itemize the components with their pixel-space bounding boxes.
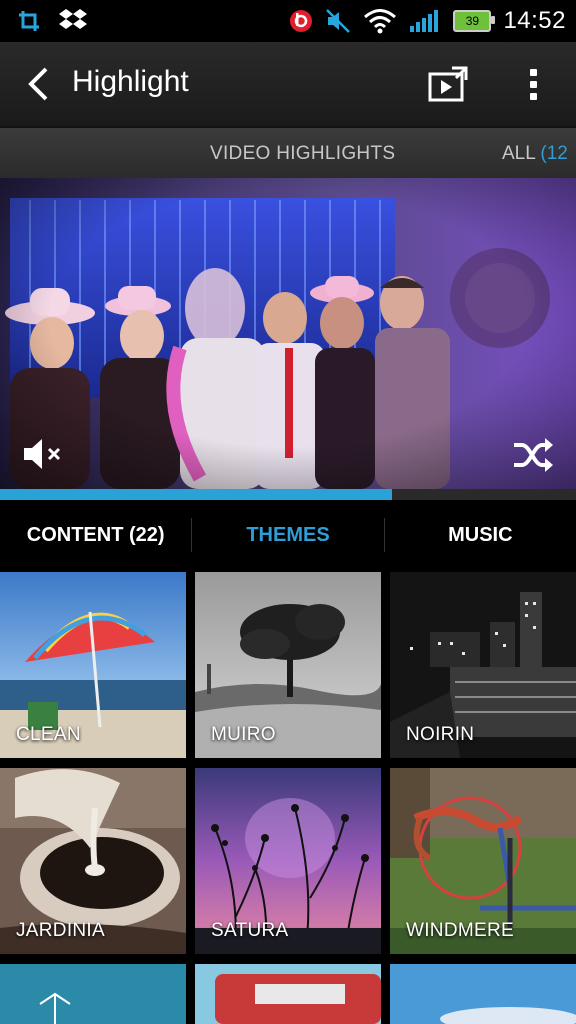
theme-tile-partial[interactable] (390, 964, 576, 1024)
action-bar: Highlight (0, 42, 576, 128)
back-arrow-icon (28, 67, 48, 101)
dropbox-icon (59, 9, 87, 29)
export-video-icon (428, 66, 468, 102)
playback-progress-bar[interactable] (0, 489, 576, 500)
theme-tile-partial[interactable] (0, 964, 186, 1024)
theme-label: SATURA (211, 920, 289, 941)
tab-video-highlights[interactable]: VIDEO HIGHLIGHTS (210, 143, 395, 165)
theme-thumbnail (390, 964, 576, 1024)
theme-label: JARDINIA (16, 920, 105, 941)
playback-progress-fill (0, 489, 392, 500)
theme-thumbnail (195, 964, 381, 1024)
theme-thumbnail (0, 964, 186, 1024)
tab-all[interactable]: ALL (12 (502, 143, 568, 165)
video-preview[interactable] (0, 178, 576, 489)
clock: 14:52 (503, 7, 566, 34)
theme-label: MUIRO (211, 724, 276, 745)
theme-tile-jardinia[interactable]: JARDINIA (0, 768, 186, 954)
export-button[interactable] (424, 62, 472, 106)
screenshot-icon (19, 11, 39, 31)
back-button[interactable] (16, 62, 60, 106)
section-tabs: CONTENT (22) THEMES MUSIC (0, 500, 576, 570)
page-title: Highlight (72, 65, 189, 98)
signal-icon (410, 10, 439, 32)
preview-image (0, 178, 576, 489)
beats-audio-icon (290, 10, 313, 32)
theme-label: CLEAN (16, 724, 81, 745)
shuffle-icon[interactable] (512, 436, 554, 474)
highlight-tabs: VIDEO HIGHLIGHTS ALL (12 (0, 128, 576, 178)
theme-tile-muiro[interactable]: MUIRO (195, 572, 381, 758)
battery-icon: 39 (453, 10, 496, 32)
theme-label: WINDMERE (406, 920, 514, 941)
tab-themes[interactable]: THEMES (192, 500, 383, 570)
muted-icon (326, 9, 351, 33)
theme-tile-satura[interactable]: SATURA (195, 768, 381, 954)
theme-tile-windmere[interactable]: WINDMERE (390, 768, 576, 954)
theme-grid: CLEAN MUIRO NOIRIN JARDINIA SATURA WINDM… (0, 572, 576, 1024)
tab-content[interactable]: CONTENT (22) (0, 500, 191, 570)
overflow-menu-button[interactable] (515, 62, 551, 106)
theme-label: NOIRIN (406, 724, 475, 745)
theme-tile-noirin[interactable]: NOIRIN (390, 572, 576, 758)
theme-tile-partial[interactable] (195, 964, 381, 1024)
tab-all-label: ALL (502, 143, 536, 164)
tab-all-count: (12 (540, 143, 568, 164)
overflow-menu-icon (529, 68, 537, 76)
status-bar: 39 14:52 (0, 0, 576, 42)
tab-music[interactable]: MUSIC (385, 500, 576, 570)
wifi-icon (364, 9, 397, 34)
theme-tile-clean[interactable]: CLEAN (0, 572, 186, 758)
battery-level: 39 (465, 14, 480, 28)
volume-mute-icon[interactable] (22, 436, 64, 472)
